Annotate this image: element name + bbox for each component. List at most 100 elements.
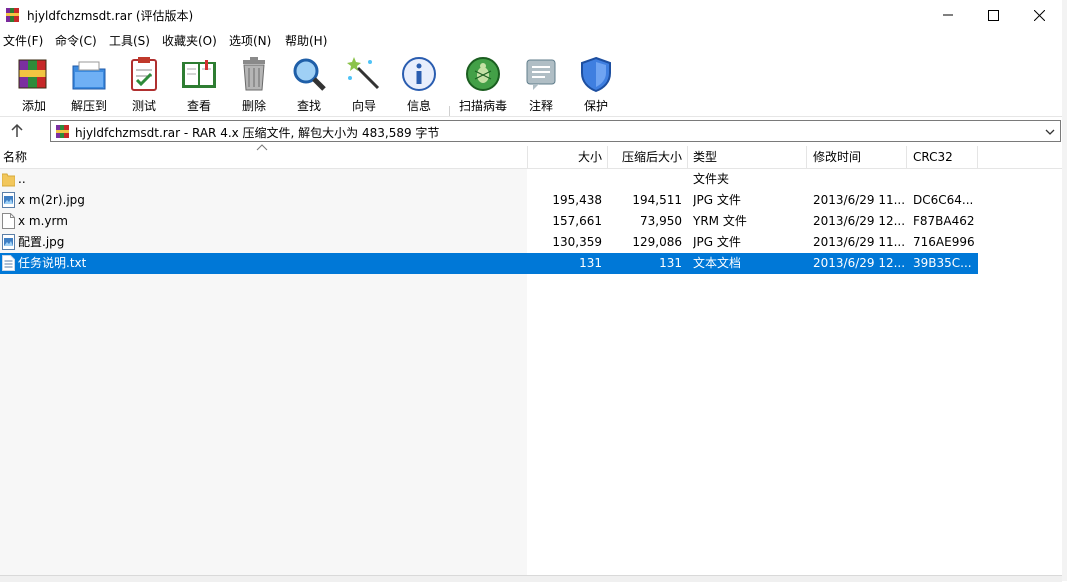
- file-name: x m(2r).jpg: [18, 193, 85, 207]
- info-button[interactable]: 信息: [393, 54, 445, 113]
- file-crc: 716AE996: [913, 235, 975, 249]
- file-type: 文本文档: [693, 256, 742, 270]
- view-book-icon: [182, 60, 216, 88]
- file-modified: 2013/6/29 12...: [813, 214, 906, 228]
- file-packed-size: [607, 169, 682, 190]
- extract-to-icon: [72, 61, 106, 90]
- maximize-button[interactable]: [970, 0, 1016, 30]
- image-file-icon: [2, 192, 15, 208]
- virus-scan-icon: [466, 57, 500, 91]
- winrar-window: hjyldfchzmsdt.rar (评估版本) 文件(F) 命令(C) 工具(…: [0, 0, 1063, 582]
- comment-label: 注释: [528, 99, 553, 113]
- file-list-header: 名称 大小 压缩后大小 类型 修改时间 CRC32: [0, 144, 1062, 169]
- column-name[interactable]: 名称: [3, 146, 27, 168]
- test-button[interactable]: 测试: [118, 54, 170, 113]
- info-icon: [402, 57, 436, 91]
- column-divider[interactable]: [806, 146, 807, 168]
- address-row: hjyldfchzmsdt.rar - RAR 4.x 压缩文件, 解包大小为 …: [0, 116, 1062, 146]
- file-crc: DC6C64...: [913, 193, 974, 207]
- file-list[interactable]: .. 文件夹 x m(2r).jpg 195,438 194,511 JPG 文…: [0, 169, 1062, 575]
- file-crc: F87BA462: [913, 214, 975, 228]
- menu-favorites[interactable]: 收藏夹(O): [162, 32, 217, 49]
- test-label: 测试: [131, 99, 156, 113]
- file-size: 195,438: [552, 193, 602, 207]
- wizard-button[interactable]: 向导: [338, 54, 390, 113]
- shield-icon: [581, 56, 611, 93]
- rar-file-icon: [56, 125, 69, 138]
- address-bar[interactable]: hjyldfchzmsdt.rar - RAR 4.x 压缩文件, 解包大小为 …: [50, 120, 1061, 142]
- file-packed-size: 131: [659, 256, 682, 270]
- extract-to-button[interactable]: 解压到: [63, 54, 115, 113]
- column-type[interactable]: 类型: [693, 146, 717, 168]
- column-divider[interactable]: [906, 146, 907, 168]
- virus-scan-label: 扫描病毒: [458, 99, 507, 113]
- find-button[interactable]: 查找: [283, 54, 335, 113]
- protect-label: 保护: [583, 99, 608, 113]
- menu-help[interactable]: 帮助(H): [285, 32, 327, 49]
- file-size: 131: [579, 256, 602, 270]
- title-bar: hjyldfchzmsdt.rar (评估版本): [0, 0, 1062, 30]
- file-size: [527, 169, 602, 190]
- comment-icon: [526, 59, 556, 90]
- add-archive-icon: [18, 59, 47, 89]
- protect-button[interactable]: 保护: [570, 54, 622, 113]
- column-divider[interactable]: [977, 146, 978, 168]
- file-packed-size: 194,511: [632, 193, 682, 207]
- winrar-app-icon: [6, 8, 19, 22]
- delete-label: 删除: [241, 99, 266, 113]
- delete-button[interactable]: 删除: [228, 54, 280, 113]
- wizard-wand-icon: [347, 57, 380, 90]
- file-packed-size: 129,086: [632, 235, 682, 249]
- file-row-parent[interactable]: .. 文件夹: [0, 169, 978, 190]
- column-packed[interactable]: 压缩后大小: [607, 146, 682, 168]
- comment-button[interactable]: 注释: [515, 54, 567, 113]
- file-size: 130,359: [552, 235, 602, 249]
- up-arrow-icon[interactable]: [8, 122, 26, 140]
- background-window-edge: [1062, 0, 1067, 581]
- virus-scan-button[interactable]: 扫描病毒: [457, 54, 509, 113]
- file-size: 157,661: [552, 214, 602, 228]
- add-label: 添加: [21, 99, 46, 113]
- file-row[interactable]: 配置.jpg 130,359 129,086 JPG 文件 2013/6/29 …: [0, 232, 978, 253]
- file-modified: 2013/6/29 11...: [813, 235, 906, 249]
- file-row-selected[interactable]: 任务说明.txt 131 131 文本文档 2013/6/29 12... 39…: [0, 253, 978, 274]
- file-type: YRM 文件: [693, 214, 747, 228]
- close-button[interactable]: [1016, 0, 1062, 30]
- menu-command[interactable]: 命令(C): [55, 32, 97, 49]
- add-button[interactable]: 添加: [8, 54, 60, 113]
- file-name: 配置.jpg: [18, 235, 65, 249]
- magnifier-icon: [293, 58, 326, 91]
- file-modified: 2013/6/29 12...: [813, 256, 906, 270]
- minimize-icon: [943, 14, 953, 16]
- column-modified[interactable]: 修改时间: [813, 146, 861, 168]
- test-icon: [131, 57, 157, 91]
- find-label: 查找: [296, 99, 321, 113]
- view-button[interactable]: 查看: [173, 54, 225, 113]
- minimize-button[interactable]: [925, 0, 971, 30]
- file-packed-size: 73,950: [640, 214, 682, 228]
- menu-bar: 文件(F) 命令(C) 工具(S) 收藏夹(O) 选项(N) 帮助(H): [0, 30, 1062, 50]
- file-row[interactable]: x m(2r).jpg 195,438 194,511 JPG 文件 2013/…: [0, 190, 978, 211]
- column-size[interactable]: 大小: [527, 146, 602, 168]
- chevron-down-icon[interactable]: [1044, 126, 1056, 138]
- column-divider[interactable]: [687, 146, 688, 168]
- file-type: JPG 文件: [693, 193, 741, 207]
- window-title: hjyldfchzmsdt.rar (评估版本): [27, 9, 194, 23]
- menu-options[interactable]: 选项(N): [229, 32, 271, 49]
- file-row[interactable]: x m.yrm 157,661 73,950 YRM 文件 2013/6/29 …: [0, 211, 978, 232]
- menu-tools[interactable]: 工具(S): [109, 32, 150, 49]
- file-name: ..: [18, 172, 26, 186]
- sort-ascending-icon: [256, 144, 268, 151]
- toolbar: 添加 解压到 测试 查看 删除 查找 向导 信息 扫描病毒 注释 保护: [0, 50, 1062, 158]
- menu-file[interactable]: 文件(F): [3, 32, 43, 49]
- file-name: x m.yrm: [18, 214, 68, 228]
- address-text: hjyldfchzmsdt.rar - RAR 4.x 压缩文件, 解包大小为 …: [75, 126, 440, 140]
- file-crc: 39B35C...: [913, 256, 972, 270]
- folder-icon: [2, 173, 15, 187]
- file-modified: 2013/6/29 11...: [813, 193, 906, 207]
- file-type: 文件夹: [693, 172, 730, 186]
- close-icon: [1033, 9, 1045, 21]
- info-label: 信息: [406, 99, 431, 113]
- column-crc[interactable]: CRC32: [913, 146, 953, 168]
- trash-icon: [243, 57, 265, 91]
